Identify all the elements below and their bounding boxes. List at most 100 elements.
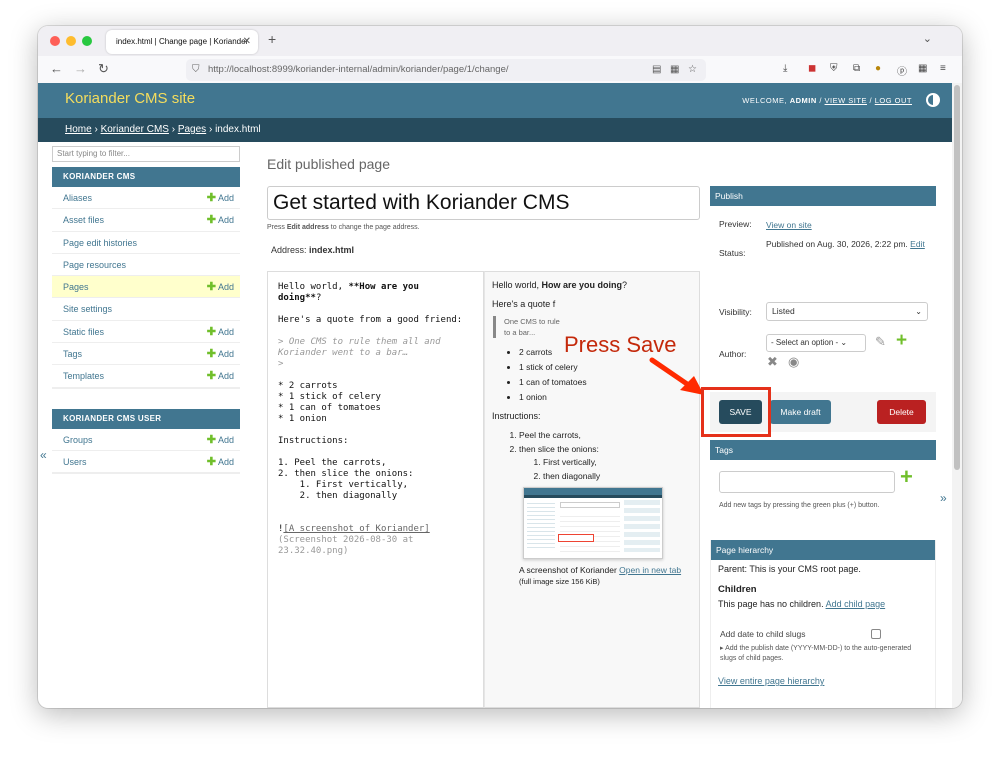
sidebar-item-label[interactable]: Static files (63, 327, 104, 337)
pocket-icon[interactable]: ⓟ (897, 63, 907, 78)
shield-extension-icon[interactable]: ⛨ (830, 63, 838, 74)
ublock-icon[interactable]: ◼ (808, 63, 816, 74)
author-select[interactable]: - Select an option - ⌄ (766, 334, 866, 352)
view-on-site-link[interactable]: View on site (766, 219, 936, 231)
add-link[interactable]: ✚ Add (207, 321, 234, 343)
sidebar-item-label[interactable]: Pages (63, 282, 89, 292)
close-window-button[interactable] (50, 36, 60, 46)
md-text: ? (315, 293, 322, 303)
view-site-link[interactable]: VIEW SITE (825, 96, 867, 105)
list-item: then slice the onions: First vertically,… (519, 444, 692, 481)
module-caption[interactable]: KORIANDER CMS USER (52, 408, 240, 429)
sidebar-item-groups[interactable]: Groups ✚ Add (52, 428, 240, 451)
md-text: Here's a quote from a good friend: (278, 315, 463, 325)
username: ADMIN (789, 96, 817, 105)
zoom-window-button[interactable] (82, 36, 92, 46)
breadcrumb-model[interactable]: Pages (178, 124, 206, 135)
sidebar-item-label[interactable]: Tags (63, 349, 82, 359)
logout-link[interactable]: LOG OUT (875, 96, 912, 105)
close-tab-icon[interactable]: ✕ (243, 30, 251, 54)
sidebar-item-label[interactable]: Users (63, 457, 87, 467)
forward-icon[interactable]: → (74, 61, 87, 76)
scrollbar-thumb[interactable] (954, 85, 960, 470)
bookmark-star-icon[interactable]: ☆ (688, 59, 697, 81)
view-eye-icon[interactable]: ◉ (788, 354, 799, 370)
open-new-tab-link[interactable]: Open in new tab (619, 565, 681, 575)
visibility-select[interactable]: Listed ⌄ (766, 302, 928, 321)
sidebar-item-pages[interactable]: Pages ✚ Add (52, 276, 240, 299)
clear-x-icon[interactable]: ✖ (767, 354, 778, 370)
make-draft-button[interactable]: Make draft (770, 400, 831, 424)
add-link[interactable]: ✚ Add (207, 451, 234, 473)
visibility-value: Listed (772, 306, 795, 316)
sidebar-item-aliases[interactable]: Aliases ✚ Add (52, 187, 240, 210)
browser-tab[interactable]: index.html | Change page | Koriander ✕ (106, 30, 258, 54)
parent-label: Parent: (718, 564, 750, 574)
add-link[interactable]: ✚ Add (207, 187, 234, 209)
delete-button[interactable]: Delete (877, 400, 926, 424)
back-icon[interactable]: ← (50, 61, 63, 76)
apps-grid-icon[interactable]: ▦ (918, 63, 927, 74)
add-link[interactable]: ✚ Add (207, 365, 234, 387)
sidebar-item-label[interactable]: Page edit histories (63, 238, 137, 248)
tag-input[interactable] (719, 471, 895, 493)
add-child-page-link[interactable]: Add child page (826, 599, 886, 609)
sidebar-item-asset-files[interactable]: Asset files ✚ Add (52, 209, 240, 232)
preview-ordered-list: Peel the carrots, then slice the onions:… (519, 430, 692, 481)
sidebar-item-static-files[interactable]: Static files ✚ Add (52, 320, 240, 344)
add-link[interactable]: ✚ Add (207, 343, 234, 365)
sidebar-item-label[interactable]: Aliases (63, 193, 92, 203)
download-icon[interactable]: ⤓ (783, 63, 787, 74)
screenshot-thumbnail[interactable] (523, 487, 663, 559)
list-item-text: then slice the onions: (519, 444, 599, 454)
edit-pencil-icon[interactable]: ✎ (875, 334, 886, 350)
preview-paragraph: Hello world, How are you doing? (492, 280, 692, 290)
add-author-plus-icon[interactable]: + (896, 330, 907, 352)
theme-toggle-icon[interactable] (926, 93, 940, 107)
sidebar-item-templates[interactable]: Templates ✚ Add (52, 365, 240, 388)
status-edit-link[interactable]: Edit (910, 239, 925, 249)
date-slug-checkbox[interactable] (871, 629, 881, 639)
breadcrumb: Home › Koriander CMS › Pages › index.htm… (38, 118, 952, 142)
extensions-grid-icon[interactable]: ▦ (670, 59, 679, 81)
url-bar[interactable]: ⛉ http://localhost:8999/koriander-intern… (186, 59, 706, 81)
sidebar-item-users[interactable]: Users ✚ Add (52, 450, 240, 474)
reload-icon[interactable]: ↻ (98, 61, 109, 77)
cookie-icon[interactable]: ● (875, 63, 881, 74)
sidebar-item-label[interactable]: Page resources (63, 260, 126, 270)
sidebar-item-label[interactable]: Asset files (63, 215, 104, 225)
reader-view-icon[interactable]: ▤ (652, 59, 661, 81)
children-heading: Children (718, 584, 757, 595)
new-tab-icon[interactable]: + (268, 31, 276, 47)
sidebar-item-tags[interactable]: Tags ✚ Add (52, 343, 240, 366)
breadcrumb-home[interactable]: Home (65, 124, 92, 135)
add-link[interactable]: ✚ Add (207, 276, 234, 298)
puzzle-icon[interactable]: ⧉ (853, 63, 860, 74)
markdown-editor[interactable]: Hello world, **How are you doing**? Here… (267, 271, 484, 708)
page-scrollbar[interactable] (952, 83, 962, 708)
breadcrumb-app[interactable]: Koriander CMS (101, 124, 169, 135)
expand-panel-icon[interactable]: » (940, 491, 947, 505)
sidebar-item-label[interactable]: Templates (63, 371, 104, 381)
preview-paragraph: Instructions: (492, 411, 541, 421)
sidebar-item-label[interactable]: Site settings (63, 304, 112, 314)
thumb-sidebar (527, 500, 555, 550)
tab-list-chevron-icon[interactable]: ⌄ (923, 32, 932, 45)
sidebar-item-site-settings[interactable]: Site settings (52, 298, 240, 321)
site-title[interactable]: Koriander CMS site (65, 90, 195, 107)
menu-icon[interactable]: ≡ (940, 63, 946, 74)
md-list-item: 1. First vertically, (278, 480, 409, 490)
view-hierarchy-link[interactable]: View entire page hierarchy (718, 676, 824, 686)
sidebar-item-label[interactable]: Groups (63, 435, 93, 445)
add-link[interactable]: ✚ Add (207, 209, 234, 231)
add-link[interactable]: ✚ Add (207, 429, 234, 451)
minimize-window-button[interactable] (66, 36, 76, 46)
breadcrumb-current: index.html (215, 124, 261, 135)
sidebar-filter-input[interactable]: Start typing to filter... (52, 146, 240, 162)
sidebar-item-page-edit-histories[interactable]: Page edit histories (52, 231, 240, 254)
sidebar-item-page-resources[interactable]: Page resources (52, 253, 240, 277)
add-tag-plus-icon[interactable]: + (900, 464, 913, 490)
title-input[interactable]: Get started with Koriander CMS (267, 186, 700, 220)
module-caption[interactable]: KORIANDER CMS (52, 167, 240, 187)
collapse-sidebar-icon[interactable]: « (40, 448, 47, 462)
